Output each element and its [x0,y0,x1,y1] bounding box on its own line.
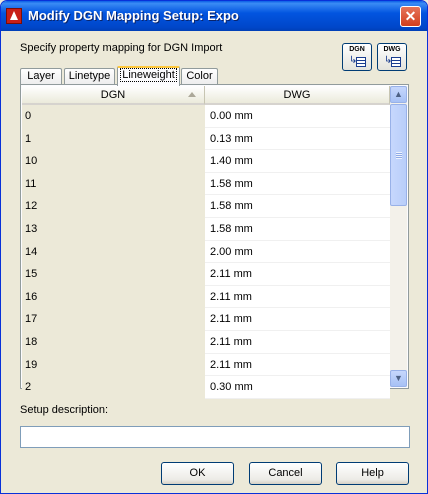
tab-lineweight[interactable]: Lineweight [117,66,180,86]
table-icon [391,57,401,67]
dwg-cell[interactable]: 2.11 mm [205,263,390,286]
table-row[interactable]: 16 2.11 mm [22,285,390,309]
mapping-grid: 0 0.00 mm 1 0.13 mm 10 1.40 mm 11 1.58 mm 12… [22,105,390,399]
column-header-dwg[interactable]: DWG [205,86,390,105]
dwg-cell[interactable]: 0.00 mm [205,105,390,128]
dwg-cell[interactable]: 2.11 mm [205,308,390,331]
dialog-window: Modify DGN Mapping Setup: Expo ✕ Specify… [0,0,428,494]
dwg-import-button[interactable]: DWG ↳ [377,43,407,71]
table-row[interactable]: 10 1.40 mm [22,150,390,173]
table-row[interactable]: 2 0.30 mm [22,376,390,399]
table-row[interactable]: 14 2.00 mm [22,240,390,264]
cancel-button[interactable]: Cancel [249,462,322,485]
table-row[interactable]: 18 2.11 mm [22,330,390,354]
dgn-cell: 1 [22,127,205,151]
dwg-cell[interactable]: 2.00 mm [205,240,390,264]
table-row[interactable]: 1 0.13 mm [22,127,390,151]
dwg-cell[interactable]: 0.13 mm [205,127,390,151]
setup-description-label: Setup description: [20,404,109,416]
scroll-down-icon[interactable]: ▼ [390,370,407,387]
vertical-scrollbar[interactable]: ▲ ▼ [390,86,407,387]
tab-label: Lineweight [120,68,177,82]
dgn-cell: 18 [22,330,205,354]
help-button[interactable]: Help [336,462,409,485]
window-title: Modify DGN Mapping Setup: Expo [28,8,239,23]
column-header-dgn[interactable]: DGN [22,86,205,105]
tab-label: Layer [27,70,55,82]
dwg-button-caption: DWG [383,46,401,53]
lineweight-tab-panel: DGN DWG 0 0.00 mm 1 0.13 mm 10 1.40 mm 11 1.… [20,84,409,399]
dgn-import-button[interactable]: DGN ↳ [342,43,372,71]
table-row[interactable]: 11 1.58 mm [22,172,390,196]
ok-button[interactable]: OK [161,462,234,485]
table-row[interactable]: 0 0.00 mm [22,105,390,128]
dgn-cell: 11 [22,172,205,196]
dwg-cell[interactable]: 0.30 mm [205,376,390,399]
tab-layer[interactable]: Layer [20,68,62,85]
table-row[interactable]: 17 2.11 mm [22,308,390,331]
dwg-cell[interactable]: 2.11 mm [205,285,390,309]
tab-label: Linetype [68,70,111,82]
autocad-app-icon [6,8,22,24]
dgn-cell: 17 [22,308,205,331]
dwg-cell[interactable]: 1.58 mm [205,217,390,241]
table-row[interactable]: 15 2.11 mm [22,263,390,286]
tab-color[interactable]: Color [181,68,218,85]
table-row[interactable]: 19 2.11 mm [22,353,390,377]
column-header-label: DWG [283,89,311,101]
table-row[interactable]: 12 1.58 mm [22,195,390,218]
dwg-cell[interactable]: 1.58 mm [205,195,390,218]
grid-header: DGN DWG [22,86,390,105]
scroll-thumb[interactable] [390,104,407,206]
tab-linetype[interactable]: Linetype [64,68,115,85]
instruction-text: Specify property mapping for DGN Import [20,42,223,54]
dgn-cell: 16 [22,285,205,309]
title-bar[interactable]: Modify DGN Mapping Setup: Expo ✕ [1,1,427,31]
dgn-cell: 13 [22,217,205,241]
dgn-cell: 19 [22,353,205,377]
dgn-button-caption: DGN [349,46,365,53]
dwg-cell[interactable]: 1.58 mm [205,172,390,196]
dwg-cell[interactable]: 2.11 mm [205,330,390,354]
table-icon [356,57,366,67]
dgn-cell: 10 [22,150,205,173]
dgn-cell: 14 [22,240,205,264]
dwg-cell[interactable]: 1.40 mm [205,150,390,173]
dgn-cell: 15 [22,263,205,286]
close-button[interactable]: ✕ [400,6,421,27]
dgn-cell: 0 [22,105,205,128]
dgn-cell: 2 [22,376,205,399]
table-row[interactable]: 13 1.58 mm [22,217,390,241]
sort-ascending-icon [188,92,196,97]
tab-label: Color [186,70,213,82]
dgn-cell: 12 [22,195,205,218]
scroll-up-icon[interactable]: ▲ [390,86,407,103]
column-header-label: DGN [100,89,126,101]
dwg-cell[interactable]: 2.11 mm [205,353,390,377]
setup-description-input[interactable] [20,426,410,448]
